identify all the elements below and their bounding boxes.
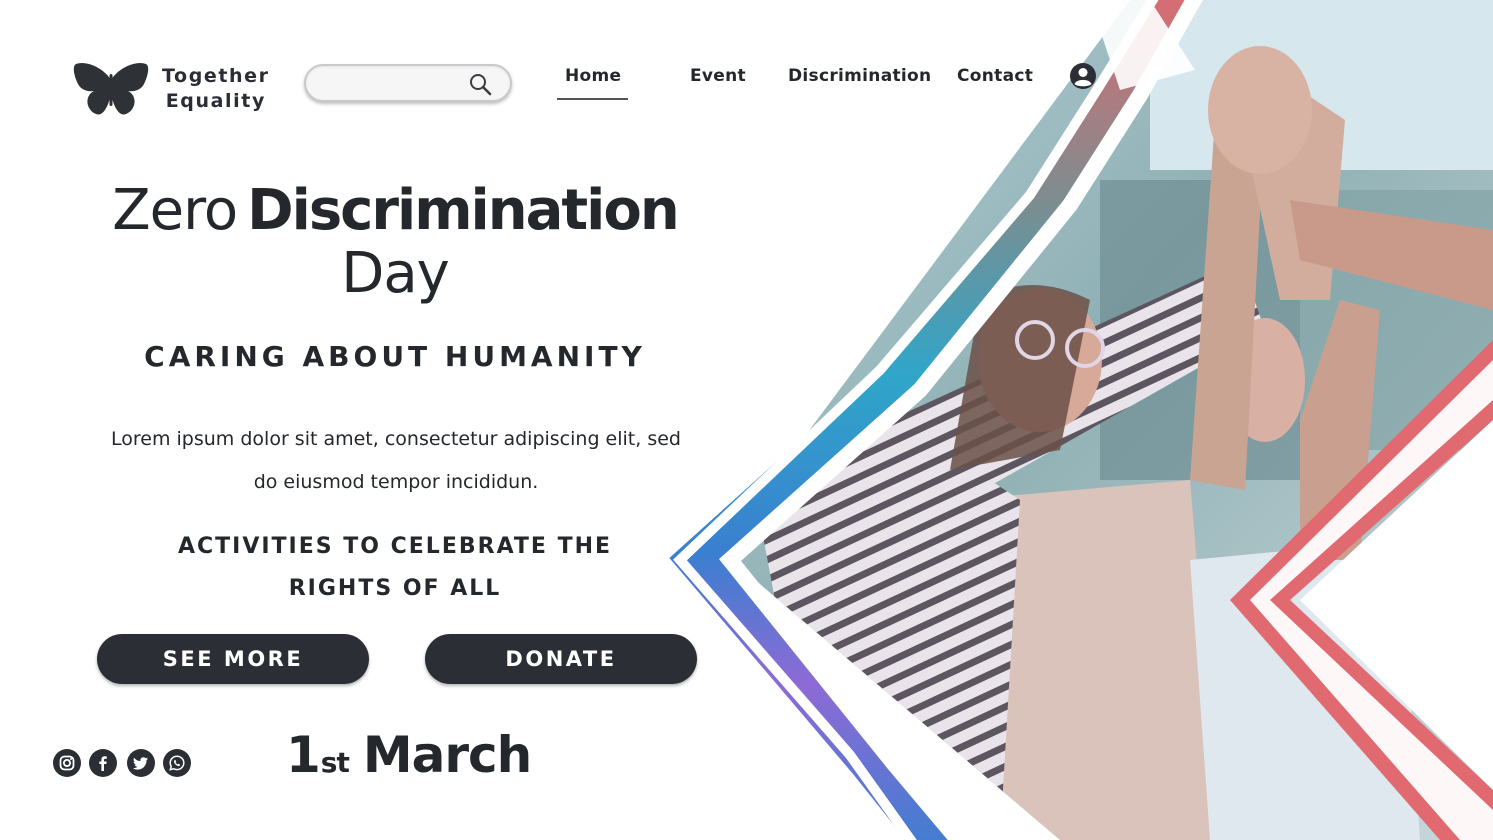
- description: Lorem ipsum dolor sit amet, consectetur …: [66, 418, 726, 504]
- nav-contact[interactable]: Contact: [957, 66, 1033, 86]
- title-day: Day: [341, 241, 450, 306]
- event-date: 1st March: [286, 726, 532, 784]
- title-zero: Zero: [112, 178, 238, 243]
- brand-line1: Together: [162, 65, 270, 87]
- instagram-icon[interactable]: [53, 749, 81, 777]
- tagline: CARING ABOUT HUMANITY: [144, 340, 646, 373]
- date-month: March: [362, 726, 532, 784]
- brand-name: Together Equality: [162, 64, 270, 114]
- title-discrimination: Discrimination: [247, 178, 680, 243]
- search-icon[interactable]: [468, 72, 492, 96]
- user-icon[interactable]: [1069, 62, 1097, 90]
- brand-line2: Equality: [165, 90, 266, 112]
- nav-home[interactable]: Home: [565, 66, 621, 86]
- nav-active-indicator: [557, 98, 628, 100]
- nav-event[interactable]: Event: [690, 66, 746, 86]
- activities-line2: RIGHTS OF ALL: [288, 576, 502, 601]
- whatsapp-icon[interactable]: [163, 749, 191, 777]
- brand-logo[interactable]: Together Equality: [72, 60, 270, 118]
- search-box[interactable]: [304, 64, 512, 102]
- description-line1: Lorem ipsum dolor sit amet, consectetur …: [111, 428, 681, 450]
- twitter-icon[interactable]: [127, 749, 155, 777]
- donate-button[interactable]: DONATE: [425, 634, 697, 684]
- see-more-button[interactable]: SEE MORE: [97, 634, 369, 684]
- activities-line1: ACTIVITIES TO CELEBRATE THE: [177, 534, 613, 559]
- description-line2: do eiusmod tempor incididun.: [253, 471, 539, 493]
- date-suffix: st: [320, 746, 350, 779]
- page-title: Zero Discrimination Day: [40, 180, 750, 306]
- facebook-icon[interactable]: [89, 749, 117, 777]
- butterfly-icon: [73, 62, 149, 115]
- search-input[interactable]: [320, 72, 464, 96]
- date-day: 1: [286, 726, 321, 784]
- activities-heading: ACTIVITIES TO CELEBRATE THE RIGHTS OF AL…: [130, 526, 660, 610]
- nav-discrimination[interactable]: Discrimination: [788, 66, 931, 86]
